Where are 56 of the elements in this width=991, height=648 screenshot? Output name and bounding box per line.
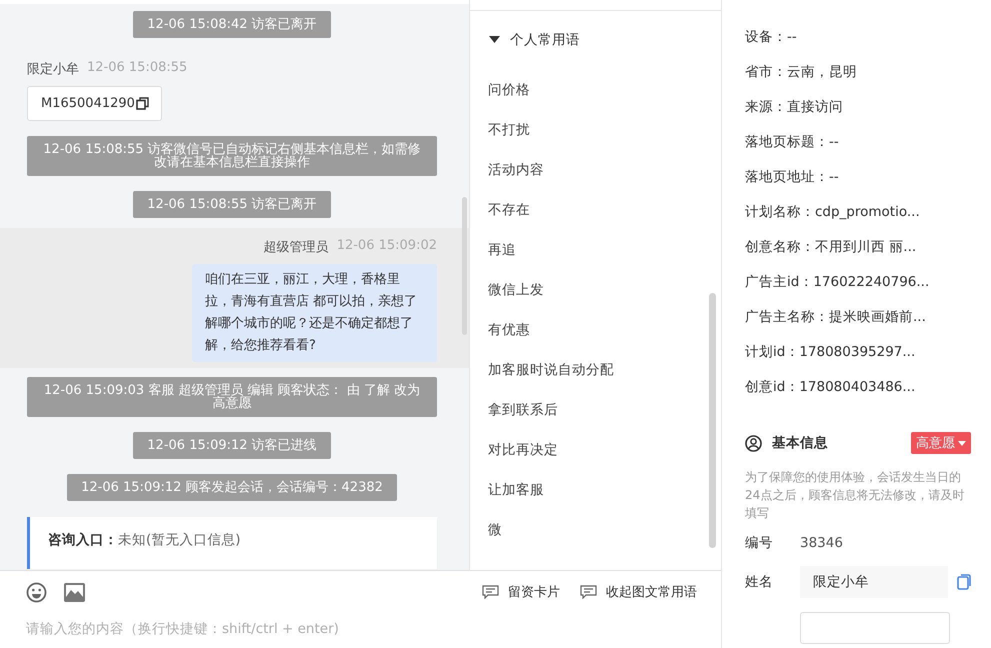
phrase-item[interactable]: 微信上发 bbox=[488, 280, 703, 301]
caret-down-icon bbox=[958, 440, 966, 446]
phrase-item[interactable]: 对比再决定 bbox=[488, 440, 703, 461]
phrase-item[interactable]: 让加客服 bbox=[488, 480, 703, 501]
source-field: 落地页地址：-- bbox=[745, 167, 971, 188]
system-message: 12-06 15:08:55 访客已离开 bbox=[133, 191, 331, 218]
system-message: 12-06 15:09:03 客服 超级管理员 编辑 顾客状态： 由 了解 改为高意愿 bbox=[27, 377, 437, 417]
phrase-item[interactable]: 再追 bbox=[488, 240, 703, 261]
field-value: 38346 bbox=[800, 535, 843, 551]
phrase-item[interactable]: 拿到联系后 bbox=[488, 400, 703, 421]
message-icon bbox=[482, 585, 499, 599]
source-field: 省市：云南，昆明 bbox=[745, 62, 971, 83]
sender-name: 限定小牟 bbox=[27, 61, 79, 78]
phrase-group-title[interactable]: 个人常用语 bbox=[510, 31, 580, 49]
note-text: 为了保障您的使用体验，会话发生当日的24点之后，顾客信息将无法修改，请及时填写 bbox=[745, 469, 966, 522]
message-time: 12-06 15:08:55 bbox=[87, 60, 188, 77]
message-icon bbox=[580, 585, 597, 599]
field-label: 姓名 bbox=[745, 573, 774, 591]
message-time: 12-06 15:09:02 bbox=[336, 238, 437, 255]
phrase-item[interactable]: 活动内容 bbox=[488, 160, 703, 181]
scrollbar[interactable] bbox=[462, 197, 467, 335]
copy-icon[interactable] bbox=[136, 97, 149, 110]
scrollbar[interactable] bbox=[709, 293, 716, 548]
phrase-item[interactable]: 有优惠 bbox=[488, 320, 703, 341]
system-message: 12-06 15:08:55 访客微信号已自动标记右侧基本信息栏，如需修改请在基本信息栏直接操作 bbox=[27, 136, 437, 176]
source-field: 计划名称：cdp_promotio... bbox=[745, 202, 971, 223]
sender-name: 超级管理员 bbox=[264, 239, 329, 256]
name-field[interactable]: 限定小牟 bbox=[800, 566, 948, 598]
toolbar-button[interactable]: 留资卡片 bbox=[482, 579, 560, 605]
phrase-item[interactable]: 微 bbox=[488, 520, 703, 541]
consult-entry: 咨询入口：未知(暂无入口信息) bbox=[48, 532, 241, 548]
source-field: 来源：直接访问 bbox=[745, 97, 971, 118]
card-text: M1650041290 bbox=[41, 96, 135, 111]
emoji-icon[interactable] bbox=[26, 582, 47, 602]
source-field: 设备：-- bbox=[745, 27, 971, 48]
phrase-item[interactable]: 不打扰 bbox=[488, 120, 703, 141]
source-field: 落地页标题：-- bbox=[745, 132, 971, 153]
input-field[interactable] bbox=[800, 612, 950, 644]
system-message: 12-06 15:09:12 顾客发起会话，会话编号：42382 bbox=[67, 474, 397, 501]
toolbar-button[interactable]: 收起图文常用语 bbox=[580, 579, 697, 605]
user-icon bbox=[745, 434, 762, 452]
caret-down-icon[interactable] bbox=[489, 36, 500, 44]
phrase-item[interactable]: 问价格 bbox=[488, 80, 703, 101]
source-field: 广告主名称：提米映画婚前... bbox=[745, 307, 971, 328]
source-field: 计划id：178080395297... bbox=[745, 342, 971, 363]
source-field: 创意名称：不用到川西 丽... bbox=[745, 237, 971, 258]
section-title: 基本信息 bbox=[772, 434, 828, 452]
image-icon[interactable] bbox=[64, 582, 85, 602]
source-field: 创意id：178080403486... bbox=[745, 377, 971, 398]
phrase-item[interactable]: 不存在 bbox=[488, 200, 703, 221]
system-message: 12-06 15:08:42 访客已离开 bbox=[133, 11, 331, 38]
source-field: 广告主id：176022240796... bbox=[745, 272, 971, 293]
field-label: 编号 bbox=[745, 534, 774, 552]
system-message: 12-06 15:09:12 访客已进线 bbox=[133, 432, 331, 459]
phrase-item[interactable]: 加客服时说自动分配 bbox=[488, 360, 703, 381]
message-bubble: 咱们在三亚，丽江，大理，香格里拉，青海有直营店 都可以拍，亲想了解哪个城市的呢？还是不确定都想了解，给您推荐看看? bbox=[192, 264, 437, 362]
